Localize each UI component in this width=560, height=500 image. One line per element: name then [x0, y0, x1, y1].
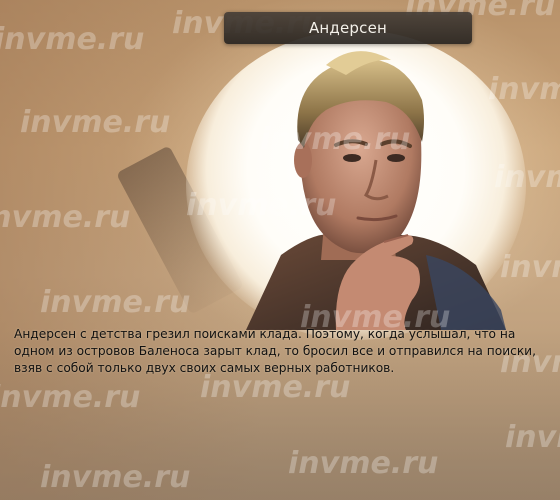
character-illustration [246, 51, 506, 330]
game-scene: invme.ru invme.ru invme.ru invme.ru invm… [0, 0, 560, 500]
character-portrait [186, 30, 526, 340]
character-name: Андерсен [308, 19, 388, 37]
character-name-bar: Андерсен [224, 12, 472, 44]
story-text: Андерсен с детства грезил поисками клада… [14, 327, 536, 375]
